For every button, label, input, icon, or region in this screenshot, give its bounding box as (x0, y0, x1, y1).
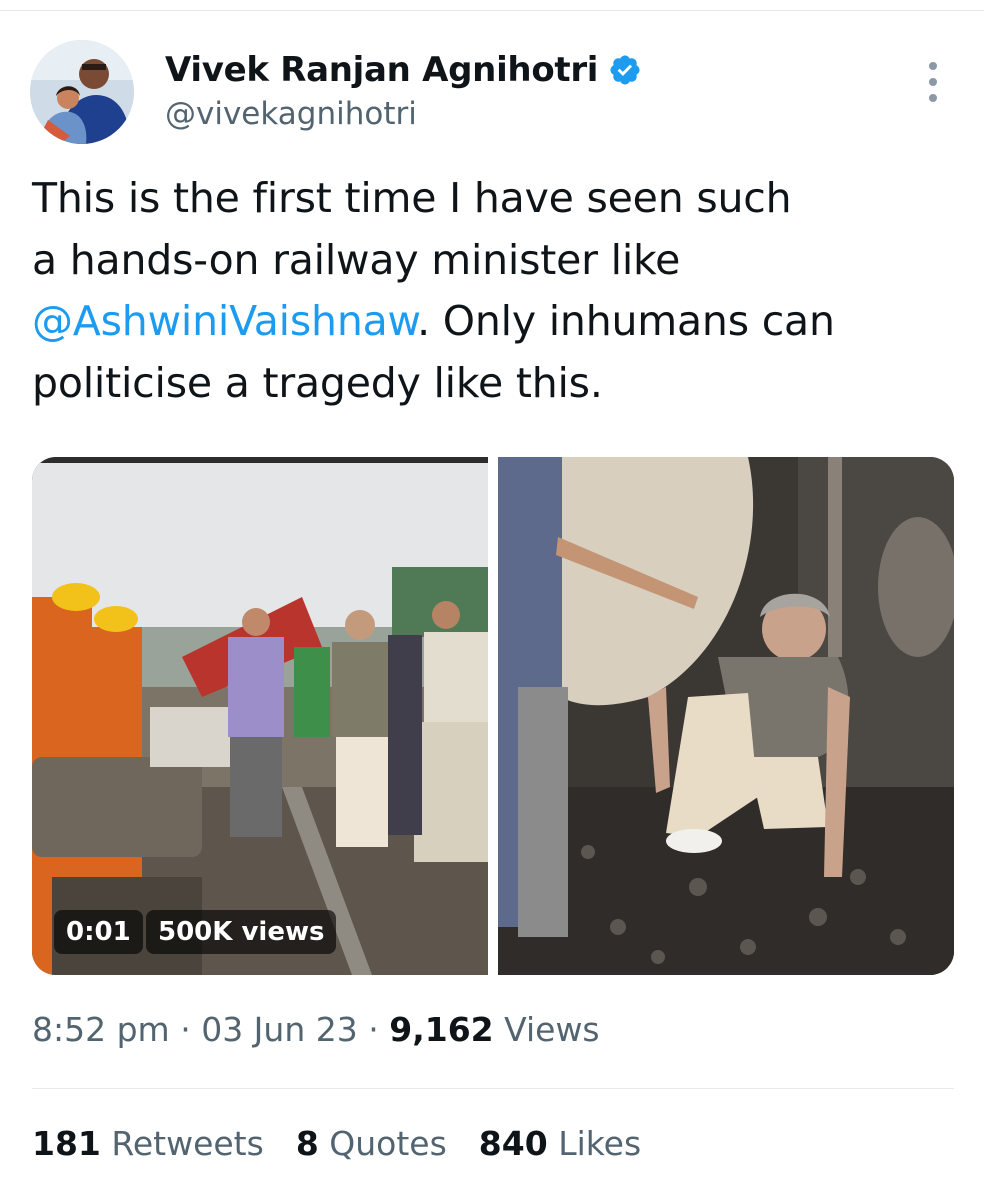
media-grid: 0:01 500K views (32, 457, 954, 975)
meta-separator: · (368, 1010, 379, 1049)
author-handle[interactable]: @vivekagnihotri (165, 96, 417, 132)
profile-photo (30, 40, 134, 144)
quotes-label: Quotes (329, 1124, 447, 1163)
stats-divider (32, 1088, 954, 1089)
retweets-stat[interactable]: 181 Retweets (32, 1124, 264, 1163)
likes-count: 840 (478, 1124, 548, 1163)
tweet-text-fragment: . Only inhumans can (417, 297, 835, 345)
views-label: Views (504, 1010, 600, 1049)
top-divider (0, 10, 984, 11)
likes-label: Likes (558, 1124, 642, 1163)
more-options-icon[interactable] (918, 62, 948, 102)
views-count: 9,162 (389, 1010, 494, 1049)
quotes-stat[interactable]: 8 Quotes (296, 1124, 447, 1163)
retweets-count: 181 (32, 1124, 101, 1163)
tweet-text-line: a hands-on railway minister like (32, 235, 681, 284)
author-display-name[interactable]: Vivek Ranjan Agnihotri (165, 50, 598, 90)
retweets-label: Retweets (111, 1124, 264, 1163)
verified-badge-icon (610, 55, 640, 85)
tweet-text-line: politicise a tragedy like this. (32, 358, 603, 407)
mention-link[interactable]: @AshwiniVaishnaw (32, 297, 417, 345)
tweet-text-line: This is the first time I have seen such (32, 174, 792, 222)
photo-thumbnail-image (498, 457, 954, 975)
avatar[interactable] (30, 40, 134, 144)
tweet-text: This is the first time I have seen such … (32, 168, 952, 414)
photo-thumbnail[interactable] (498, 457, 954, 975)
tweet-meta: 8:52 pm · 03 Jun 23 · 9,162 Views (32, 1010, 600, 1049)
likes-stat[interactable]: 840 Likes (479, 1124, 641, 1163)
video-views-badge: 500K views (146, 910, 337, 954)
tweet-text-line: @AshwiniVaishnaw. Only inhumans can (32, 291, 952, 353)
tweet-time[interactable]: 8:52 pm (32, 1010, 170, 1049)
quotes-count: 8 (295, 1124, 319, 1163)
video-thumbnail-image (32, 457, 488, 975)
author-name-row[interactable]: Vivek Ranjan Agnihotri (165, 48, 642, 92)
tweet-date[interactable]: 03 Jun 23 (201, 1010, 358, 1049)
video-duration-badge: 0:01 (54, 910, 143, 954)
meta-separator: · (180, 1010, 191, 1049)
engagement-stats: 181 Retweets 8 Quotes 840 Likes (32, 1124, 641, 1163)
video-thumbnail[interactable]: 0:01 500K views (32, 457, 488, 975)
